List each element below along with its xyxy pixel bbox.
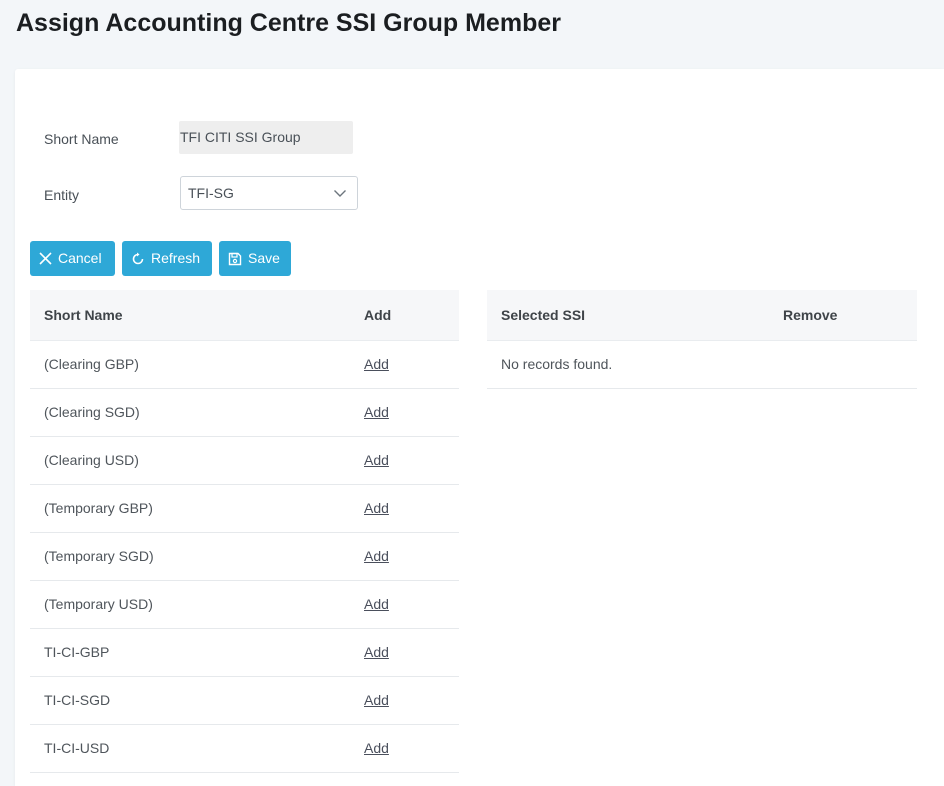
table-row: (Clearing USD) Add [30,436,459,485]
table-header-row: Selected SSI Remove [487,290,917,341]
available-ssi-table: Short Name Add (Clearing GBP) Add (Clear… [30,290,459,773]
add-link[interactable]: Add [364,404,389,420]
refresh-button[interactable]: Refresh [122,241,212,276]
add-link[interactable]: Add [364,548,389,564]
refresh-button-label: Refresh [151,250,201,266]
column-header-selected-ssi: Selected SSI [487,290,769,341]
main-card: Short Name TFI CITI SSI Group Entity TFI… [15,69,944,786]
table-row: (Temporary USD) Add [30,580,459,629]
row-short-name: (Temporary GBP) [30,484,350,533]
column-header-short-name: Short Name [30,290,350,341]
add-link[interactable]: Add [364,356,389,372]
row-short-name: (Clearing USD) [30,436,350,485]
save-button[interactable]: Save [219,241,291,276]
table-header-row: Short Name Add [30,290,459,341]
row-short-name: (Temporary USD) [30,580,350,629]
add-link[interactable]: Add [364,692,389,708]
chevron-down-icon [334,190,346,197]
row-short-name: TI-CI-GBP [30,628,350,677]
table-row: (Temporary SGD) Add [30,532,459,581]
empty-message: No records found. [487,340,917,389]
row-short-name: (Clearing GBP) [30,340,350,389]
table-row: (Clearing GBP) Add [30,340,459,389]
close-icon [39,252,52,265]
short-name-label: Short Name [44,131,119,147]
add-link[interactable]: Add [364,596,389,612]
table-row: TI-CI-SGD Add [30,676,459,725]
row-short-name: (Clearing SGD) [30,388,350,437]
refresh-icon [132,252,144,264]
table-row: TI-CI-USD Add [30,724,459,773]
add-link[interactable]: Add [364,740,389,756]
save-icon [228,252,242,265]
row-short-name: TI-CI-USD [30,724,350,773]
cancel-button[interactable]: Cancel [30,241,115,276]
row-short-name: (Temporary SGD) [30,532,350,581]
page-title: Assign Accounting Centre SSI Group Membe… [16,9,561,37]
table-row: TI-CI-GBP Add [30,628,459,677]
cancel-button-label: Cancel [58,250,102,266]
table-row: (Clearing SGD) Add [30,388,459,437]
add-link[interactable]: Add [364,500,389,516]
entity-select-value: TFI-SG [188,185,234,201]
table-row: (Temporary GBP) Add [30,484,459,533]
entity-label: Entity [44,187,80,203]
save-button-label: Save [248,250,280,266]
entity-select[interactable]: TFI-SG [180,176,358,210]
add-link[interactable]: Add [364,644,389,660]
add-link[interactable]: Add [364,452,389,468]
selected-ssi-table: Selected SSI Remove No records found. [487,290,917,389]
table-row: No records found. [487,340,917,389]
column-header-remove: Remove [769,290,917,341]
column-header-add: Add [350,290,459,341]
short-name-field: TFI CITI SSI Group [179,121,353,154]
row-short-name: TI-CI-SGD [30,676,350,725]
